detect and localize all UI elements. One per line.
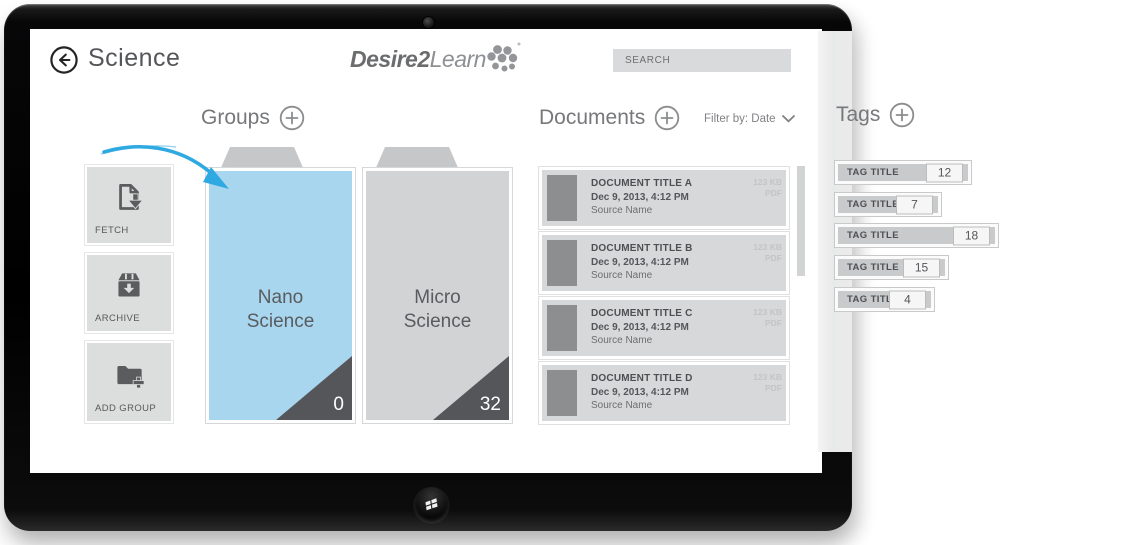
tag-item[interactable]: TAG TITLE 18 <box>834 223 999 248</box>
add-tag-plus-icon[interactable] <box>889 102 915 128</box>
fetch-label: FETCH <box>95 225 129 236</box>
tag-count-badge: 15 <box>903 258 940 277</box>
screen: Science Desire2Learn SEARCH Groups Docum… <box>30 29 822 473</box>
fetch-document-icon <box>119 183 144 210</box>
webcam-icon <box>423 17 434 28</box>
back-button[interactable] <box>49 45 79 75</box>
document-date: Dec 9, 2013, 4:12 PM <box>591 191 689 203</box>
add-group-button[interactable]: ADD GROUP <box>85 341 173 423</box>
logo-text-bold: Desire2 <box>350 46 430 72</box>
tag-count-badge: 12 <box>926 163 963 182</box>
document-date: Dec 9, 2013, 4:12 PM <box>591 321 689 333</box>
document-date: Dec 9, 2013, 4:12 PM <box>591 386 689 398</box>
archive-button[interactable]: ARCHIVE <box>85 253 173 333</box>
document-title: DOCUMENT TITLE C <box>591 308 693 319</box>
add-group-plus-icon[interactable] <box>279 105 305 131</box>
page: Science Desire2Learn SEARCH Groups Docum… <box>0 0 1143 545</box>
tag-item[interactable]: TAG TITLE 7 <box>834 192 942 217</box>
add-document-plus-icon[interactable] <box>654 105 680 131</box>
document-list-item[interactable]: DOCUMENT TITLE A Dec 9, 2013, 4:12 PM So… <box>539 167 789 229</box>
chevron-down-icon <box>781 115 795 123</box>
filter-dropdown[interactable]: Filter by: Date <box>704 113 795 125</box>
document-thumbnail <box>547 370 577 416</box>
page-title: Science <box>88 44 181 72</box>
logo-text-light: Learn <box>429 46 487 72</box>
group-card-nano-science[interactable]: Nano Science 0 <box>206 168 355 423</box>
tag-count-badge: 18 <box>953 226 990 245</box>
tag-item[interactable]: TAG TITLE 12 <box>834 160 972 185</box>
document-source: Source Name <box>591 270 653 281</box>
document-meta: 123 KB PDF <box>753 242 782 291</box>
group-card-micro-science[interactable]: Micro Science 32 <box>363 168 512 423</box>
document-format: PDF <box>765 188 782 198</box>
document-format: PDF <box>765 383 782 393</box>
document-size: 123 KB <box>753 242 782 252</box>
group-name: Micro Science <box>403 287 472 332</box>
back-arrow-icon <box>50 46 78 74</box>
document-date: Dec 9, 2013, 4:12 PM <box>591 256 689 268</box>
document-size: 123 KB <box>753 307 782 317</box>
document-meta: 123 KB PDF <box>753 307 782 356</box>
tag-count-badge: 7 <box>896 195 933 214</box>
documents-heading-label: Documents <box>539 106 646 129</box>
archive-label: ARCHIVE <box>95 313 141 324</box>
brand-logo: Desire2Learn <box>350 39 525 79</box>
fetch-button[interactable]: FETCH <box>85 165 173 245</box>
groups-heading-label: Groups <box>201 106 270 129</box>
document-thumbnail <box>547 305 577 351</box>
document-size: 123 KB <box>753 177 782 187</box>
groups-heading: Groups <box>201 105 305 131</box>
tag-label: TAG TITLE <box>847 167 899 178</box>
tag-label: TAG TITLE <box>847 230 899 241</box>
windows-logo-icon <box>425 498 438 511</box>
windows-home-button[interactable] <box>414 487 449 522</box>
group-count: 32 <box>479 394 501 415</box>
document-list-item[interactable]: DOCUMENT TITLE C Dec 9, 2013, 4:12 PM So… <box>539 297 789 359</box>
document-source: Source Name <box>591 205 653 216</box>
document-source: Source Name <box>591 335 653 346</box>
search-input[interactable] <box>613 49 791 72</box>
document-thumbnail <box>547 240 577 286</box>
micro-folder-tab <box>375 147 459 170</box>
documents-heading: Documents <box>539 105 680 131</box>
add-folder-icon <box>117 365 145 389</box>
tags-heading: Tags <box>836 102 915 128</box>
document-source: Source Name <box>591 400 653 411</box>
document-meta: 123 KB PDF <box>753 177 782 226</box>
tag-count-badge: 4 <box>889 290 926 309</box>
document-title: DOCUMENT TITLE B <box>591 243 693 254</box>
tags-heading-label: Tags <box>836 103 881 126</box>
tag-item[interactable]: TAG TITLE 15 <box>834 255 949 280</box>
archive-box-icon <box>118 273 140 297</box>
document-format: PDF <box>765 318 782 328</box>
document-meta: 123 KB PDF <box>753 372 782 421</box>
tag-label: TAG TITLE <box>847 262 899 273</box>
document-size: 123 KB <box>753 372 782 382</box>
nano-folder-tab <box>220 147 304 170</box>
document-title: DOCUMENT TITLE A <box>591 178 693 189</box>
tablet-frame: Science Desire2Learn SEARCH Groups Docum… <box>4 4 852 531</box>
document-format: PDF <box>765 253 782 263</box>
document-list-item[interactable]: DOCUMENT TITLE B Dec 9, 2013, 4:12 PM So… <box>539 232 789 294</box>
group-name: Nano Science <box>246 287 315 332</box>
tag-label: TAG TITLE <box>847 199 899 210</box>
filter-label: Filter by: Date <box>704 113 776 125</box>
group-count: 0 <box>333 394 344 415</box>
document-thumbnail <box>547 175 577 221</box>
add-group-label: ADD GROUP <box>95 403 157 414</box>
tag-item[interactable]: TAG TITLE 4 <box>834 287 935 312</box>
document-list-item[interactable]: DOCUMENT TITLE D Dec 9, 2013, 4:12 PM So… <box>539 362 789 424</box>
document-title: DOCUMENT TITLE D <box>591 373 693 384</box>
documents-scrollbar[interactable] <box>797 166 805 276</box>
molecule-logo-icon <box>487 42 521 72</box>
